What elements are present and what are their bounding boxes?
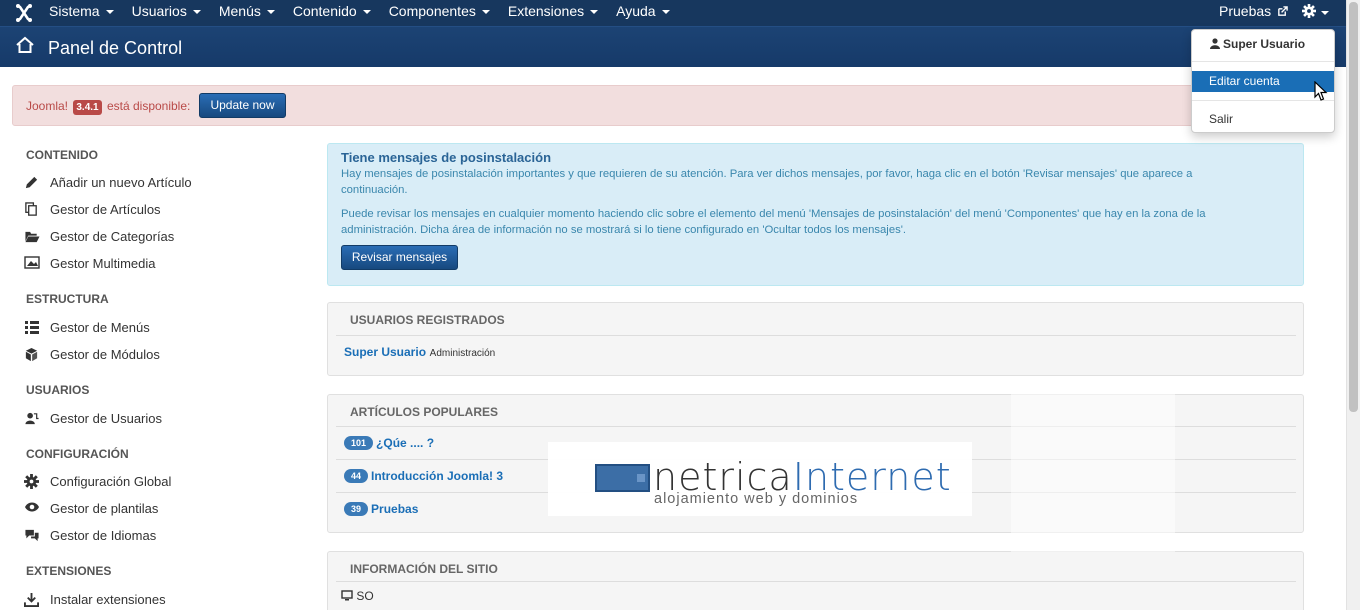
mouse-cursor-icon <box>1314 81 1328 101</box>
update-alert: Joomla! 3.4.1 está disponible: Update no… <box>12 85 1304 126</box>
menu-menus[interactable]: Menús <box>210 0 284 26</box>
sidebar-item-label: Gestor de Artículos <box>50 202 161 217</box>
postinstall-text-1: Hay mensajes de posinstalación important… <box>341 168 1193 196</box>
watermark-logo-dot <box>637 474 645 482</box>
caret-down-icon <box>481 10 490 15</box>
image-icon <box>24 256 40 269</box>
sidebar-item-label: Gestor de Categorías <box>50 229 175 244</box>
user-menu-toggle[interactable] <box>1294 0 1334 26</box>
version-badge: 3.4.1 <box>73 100 102 115</box>
site-info-panel: INFORMACIÓN DEL SITIO SO <box>327 551 1304 610</box>
monitor-icon <box>341 590 353 601</box>
menu-usuarios[interactable]: Usuarios <box>123 0 210 26</box>
user-location: Administración <box>429 348 496 359</box>
caret-down-icon <box>1321 11 1329 15</box>
page-header: Panel de Control <box>0 26 1346 67</box>
panel-title: USUARIOS REGISTRADOS <box>350 313 505 327</box>
pencil-icon <box>25 176 38 189</box>
sidebar-item-label: Gestor de Menús <box>50 320 150 335</box>
article-link[interactable]: Introducción Joomla! 3 <box>371 469 503 483</box>
joomla-logo-icon[interactable] <box>14 3 34 23</box>
postinstall-messages-alert: Tiene mensajes de posinstalación Hay men… <box>327 143 1304 286</box>
sidebar-item-label: Gestor de Módulos <box>50 347 160 362</box>
update-suffix: está disponible: <box>106 99 191 113</box>
update-now-button[interactable]: Update now <box>199 93 286 118</box>
hits-badge: 44 <box>344 469 369 483</box>
comments-icon <box>25 529 39 542</box>
caret-down-icon <box>105 10 114 15</box>
users-icon <box>25 412 39 425</box>
gear-icon <box>1302 4 1316 18</box>
sidebar-item-label: Gestor de plantilas <box>50 501 159 516</box>
list-item: Super Usuario Administración <box>336 335 1296 367</box>
home-icon <box>16 36 34 53</box>
hits-badge: 101 <box>344 436 374 450</box>
dropdown-divider <box>1192 100 1334 101</box>
sidebar-heading-extensiones: EXTENSIONES <box>26 564 112 578</box>
menu-contenido[interactable]: Contenido <box>284 0 380 26</box>
vertical-scrollbar[interactable] <box>1346 0 1360 610</box>
site-name: Pruebas <box>1219 3 1272 19</box>
dropdown-user-header: Super Usuario <box>1210 37 1305 51</box>
caret-down-icon <box>661 10 670 15</box>
user-link[interactable]: Super Usuario <box>344 345 426 359</box>
sidebar-item-label: Gestor Multimedia <box>50 256 156 271</box>
sidebar-item-label: Añadir un nuevo Artículo <box>50 175 192 190</box>
sidebar-heading-estructura: ESTRUCTURA <box>26 292 109 306</box>
review-messages-button[interactable]: Revisar mensajes <box>341 245 458 270</box>
postinstall-text-2: Puede revisar los mensajes en cualquier … <box>341 208 1206 236</box>
os-label: SO <box>356 589 374 603</box>
page-title: Panel de Control <box>48 38 183 58</box>
site-preview-link[interactable]: Pruebas <box>1219 0 1288 22</box>
folder-open-icon <box>25 231 40 243</box>
article-link[interactable]: Pruebas <box>371 502 418 516</box>
update-message: Joomla! 3.4.1 está disponible: <box>26 99 190 115</box>
article-link[interactable]: ¿Qúe .... ? <box>376 436 434 450</box>
dropdown-divider <box>1192 61 1334 62</box>
external-link-icon <box>1278 6 1288 16</box>
panel-title: ARTÍCULOS POPULARES <box>350 405 499 419</box>
menu-ayuda[interactable]: Ayuda <box>607 0 678 26</box>
sidebar-item-label: Configuración Global <box>50 474 172 489</box>
main-menu: Sistema Usuarios Menús Contenido Compone… <box>40 0 679 26</box>
hits-badge: 39 <box>344 502 369 516</box>
list-item: SO <box>336 581 1296 610</box>
sidebar-item-label: Gestor de Idiomas <box>50 528 157 543</box>
scrollbar-thumb[interactable] <box>1349 2 1358 412</box>
logout-menu-item[interactable]: Salir <box>1209 112 1233 126</box>
menu-componentes[interactable]: Componentes <box>380 0 499 26</box>
sidebar-item-label: Gestor de Usuarios <box>50 411 162 426</box>
top-navbar: Sistema Usuarios Menús Contenido Compone… <box>0 0 1346 26</box>
menu-extensiones[interactable]: Extensiones <box>499 0 607 26</box>
dropdown-user-name: Super Usuario <box>1223 37 1306 51</box>
cog-icon <box>24 474 39 489</box>
registered-users-panel: USUARIOS REGISTRADOS Super Usuario Admin… <box>327 302 1304 376</box>
update-prefix: Joomla! <box>26 99 69 113</box>
overlay-ghost <box>1011 376 1175 552</box>
panel-title: INFORMACIÓN DEL SITIO <box>350 562 498 576</box>
caret-down-icon <box>590 10 599 15</box>
caret-down-icon <box>266 10 275 15</box>
caret-down-icon <box>192 10 201 15</box>
user-icon <box>1210 38 1220 49</box>
sidebar-item-label: Instalar extensiones <box>50 592 166 607</box>
sidebar-heading-contenido: CONTENIDO <box>26 148 98 162</box>
eye-icon <box>25 502 39 512</box>
copy-icon <box>25 202 37 216</box>
caret-down-icon <box>362 10 371 15</box>
sidebar-heading-usuarios: USUARIOS <box>26 383 90 397</box>
list-icon <box>25 321 39 334</box>
sidebar-heading-configuracion: CONFIGURACIÓN <box>26 447 129 461</box>
download-icon <box>24 592 39 607</box>
postinstall-title: Tiene mensajes de posinstalación <box>341 150 552 165</box>
menu-sistema[interactable]: Sistema <box>40 0 123 26</box>
cube-icon <box>25 347 38 362</box>
edit-account-menu-item[interactable]: Editar cuenta <box>1192 71 1334 92</box>
watermark-tagline: alojamiento web y dominios <box>654 491 859 507</box>
